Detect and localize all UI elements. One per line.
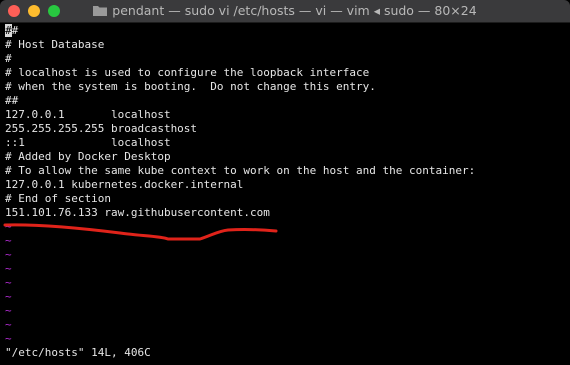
buffer-line: # when the system is booting. Do not cha… (5, 80, 376, 93)
title-bar: pendant — sudo vi /etc/hosts — vi — vim … (0, 0, 570, 23)
empty-line-marker: ~ (5, 276, 12, 289)
terminal-window: pendant — sudo vi /etc/hosts — vi — vim … (0, 0, 570, 365)
buffer-line: # To allow the same kube context to work… (5, 164, 476, 177)
empty-line-marker: ~ (5, 332, 12, 345)
empty-line-marker: ~ (5, 234, 12, 247)
empty-line-marker: ~ (5, 220, 12, 233)
folder-icon (93, 6, 108, 16)
window-title-area: pendant — sudo vi /etc/hosts — vi — vim … (0, 3, 570, 18)
buffer-line: # localhost is used to configure the loo… (5, 66, 370, 79)
buffer-line: # End of section (5, 192, 111, 205)
vim-buffer[interactable]: ## # Host Database # # localhost is used… (5, 24, 565, 346)
empty-line-marker: ~ (5, 262, 12, 275)
empty-line-marker: ~ (5, 248, 12, 261)
buffer-line: 127.0.0.1 localhost (5, 108, 171, 121)
buffer-line: ## (5, 24, 565, 38)
buffer-line: # Host Database (5, 38, 105, 51)
buffer-line: 255.255.255.255 broadcasthost (5, 122, 198, 135)
empty-line-marker: ~ (5, 318, 12, 331)
empty-line-marker: ~ (5, 304, 12, 317)
status-line: "/etc/hosts" 14L, 406C (5, 346, 151, 359)
buffer-line-text: # (11, 24, 19, 37)
buffer-line: ::1 localhost (5, 136, 171, 149)
buffer-line: # (5, 52, 12, 65)
empty-line-marker: ~ (5, 290, 12, 303)
buffer-line: # Added by Docker Desktop (5, 150, 171, 163)
buffer-line: 151.101.76.133 raw.githubusercontent.com (5, 206, 270, 219)
window-title: pendant — sudo vi /etc/hosts — vi — vim … (112, 3, 477, 18)
buffer-line: ## (5, 94, 19, 107)
cursor: # (5, 24, 12, 37)
buffer-line: 127.0.0.1 kubernetes.docker.internal (5, 178, 244, 191)
